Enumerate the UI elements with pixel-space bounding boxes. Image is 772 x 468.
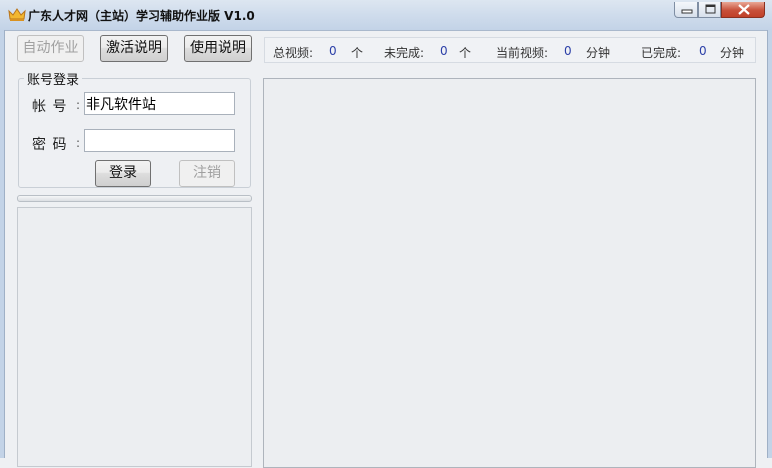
activate-help-button[interactable]: 激活说明 <box>100 35 168 62</box>
status-bar: 总视频: 0 个 未完成: 0 个 当前视频: 0 分钟 已完成: 0 分钟 <box>264 37 756 63</box>
auto-work-button[interactable]: 自动作业 <box>17 35 84 62</box>
minimize-icon <box>681 9 693 14</box>
close-button[interactable] <box>721 2 765 18</box>
password-label: 密 码 <box>32 137 68 153</box>
unfinished-label: 未完成: <box>384 46 425 60</box>
maximize-icon <box>705 4 716 14</box>
window-title: 广东人才网（主站）学习辅助作业版 V1.0 <box>28 9 255 23</box>
browser-panel[interactable] <box>263 78 756 468</box>
log-panel <box>17 207 252 467</box>
total-videos-unit: 个 <box>351 46 364 60</box>
current-video-label: 当前视频: <box>496 46 549 60</box>
current-video-unit: 分钟 <box>586 46 611 60</box>
total-videos-label: 总视频: <box>273 46 314 60</box>
account-colon: : <box>76 98 81 112</box>
total-videos-value: 0 <box>329 44 337 58</box>
login-button[interactable]: 登录 <box>95 160 151 187</box>
minimize-button[interactable] <box>674 2 698 18</box>
progress-bar <box>17 195 252 202</box>
close-icon <box>738 4 750 15</box>
completed-label: 已完成: <box>641 46 682 60</box>
account-label: 帐 号 <box>32 99 68 115</box>
current-video-value: 0 <box>564 44 572 58</box>
password-colon: : <box>76 136 81 150</box>
completed-unit: 分钟 <box>720 46 745 60</box>
window-frame-left <box>0 30 5 458</box>
title-bar[interactable]: 广东人才网（主站）学习辅助作业版 V1.0 <box>0 0 772 31</box>
completed-value: 0 <box>699 44 707 58</box>
usage-help-button[interactable]: 使用说明 <box>184 35 252 62</box>
password-input[interactable] <box>84 129 235 152</box>
logout-button[interactable]: 注销 <box>179 160 235 187</box>
unfinished-unit: 个 <box>459 46 472 60</box>
window-frame-right <box>767 30 772 458</box>
unfinished-value: 0 <box>440 44 448 58</box>
login-group-title: 账号登录 <box>24 69 83 88</box>
account-input[interactable] <box>84 92 235 115</box>
crown-icon <box>8 8 26 22</box>
maximize-button[interactable] <box>698 2 721 18</box>
